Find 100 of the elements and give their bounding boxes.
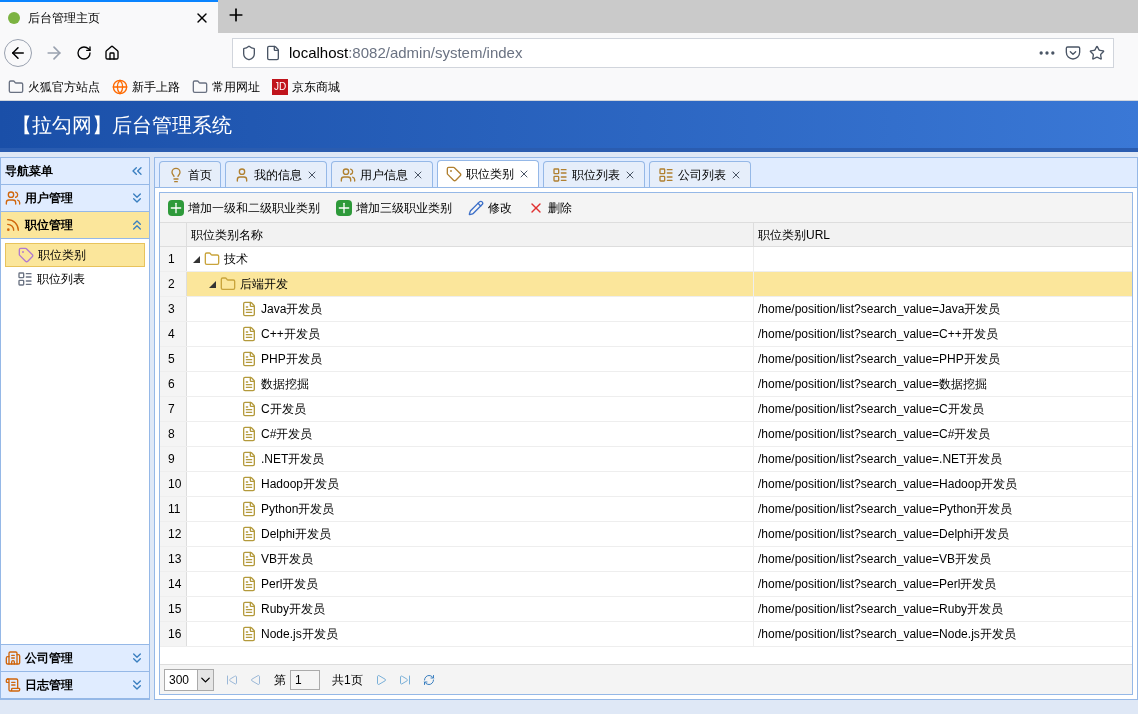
table-row[interactable]: 9 .NET开发员 /home/position/list?search_value=.NET开发员 (160, 447, 1132, 472)
file-icon (241, 576, 257, 592)
table-row[interactable]: 14 Perl开发员 /home/position/list?search_value=Perl开发员 (160, 572, 1132, 597)
category-name: C#开发员 (261, 426, 313, 443)
table-row[interactable]: 15 Ruby开发员 /home/position/list?search_value=Ruby开发员 (160, 597, 1132, 622)
table-row[interactable]: 1 技术 (160, 247, 1132, 272)
category-name: .NET开发员 (261, 451, 325, 468)
globe-icon (112, 78, 128, 95)
bookmark-link[interactable]: 常用网址 (192, 77, 260, 96)
tag-icon (18, 247, 34, 263)
toolbar-button[interactable]: 增加一级和二级职业类别 (168, 198, 320, 217)
accordion-header[interactable]: 公司管理 (1, 645, 149, 672)
accordion-header[interactable]: 日志管理 (1, 672, 149, 699)
page-tab[interactable]: 首页 (159, 161, 221, 187)
home-icon[interactable] (104, 45, 120, 61)
folder-icon (8, 78, 24, 95)
page-tab[interactable]: 公司列表 (649, 161, 751, 187)
bookmark-link[interactable]: 火狐官方站点 (8, 77, 100, 96)
expanded-icon[interactable] (193, 255, 200, 263)
tab-icon (658, 166, 674, 183)
table-row[interactable]: 4 C++开发员 /home/position/list?search_value=C++开发员 (160, 322, 1132, 347)
category-url: /home/position/list?search_value=Delphi开发员 (758, 526, 1010, 543)
menu-item[interactable]: 职位类别 (5, 243, 145, 267)
file-icon (241, 526, 257, 542)
category-name: Python开发员 (261, 501, 335, 518)
file-icon (241, 501, 257, 517)
file-icon (241, 426, 257, 442)
category-url: /home/position/list?search_value=PHP开发员 (758, 351, 1000, 368)
table-row[interactable]: 3 Java开发员 /home/position/list?search_value=Java开发员 (160, 297, 1132, 322)
toolbar-button[interactable]: 增加三级职业类别 (336, 198, 452, 217)
page-prefix: 第 (274, 671, 286, 689)
category-url: /home/position/list?search_value=数据挖掘 (758, 376, 988, 393)
section-title: 日志管理 (25, 677, 74, 694)
category-url: /home/position/list?search_value=Java开发员 (758, 301, 1001, 318)
category-url: /home/position/list?search_value=Perl开发员 (758, 576, 997, 593)
category-url: /home/position/list?search_value=C++开发员 (758, 326, 998, 343)
address-bar[interactable]: localhost:8082/admin/system/index (232, 38, 1114, 68)
file-icon (241, 551, 257, 567)
row-number: 8 (160, 422, 187, 446)
url-text: localhost:8082/admin/system/index (289, 42, 524, 63)
toolbar-button[interactable]: 修改 (468, 198, 512, 217)
section-icon (5, 217, 21, 233)
category-url: /home/position/list?search_value=Hadoop开发员 (758, 476, 1018, 493)
pocket-icon[interactable] (1065, 45, 1081, 61)
category-url: /home/position/list?search_value=C开发员 (758, 401, 984, 418)
expanded-icon[interactable] (209, 280, 216, 288)
page-input[interactable]: 1 (290, 669, 320, 690)
page-icon (265, 45, 281, 61)
page-tab[interactable]: 我的信息 (225, 161, 327, 187)
table-row[interactable]: 16 Node.js开发员 /home/position/list?search_value=Node.js开发员 (160, 622, 1132, 647)
bookmark-link[interactable]: JD 京东商城 (272, 77, 341, 96)
star-icon[interactable] (1089, 45, 1105, 61)
table-row[interactable]: 11 Python开发员 /home/position/list?search_value=Python开发员 (160, 497, 1132, 522)
tab-icon (552, 166, 568, 183)
folder-icon (192, 78, 208, 95)
table-row[interactable]: 6 数据挖掘 /home/position/list?search_value=数据挖掘 (160, 372, 1132, 397)
dropdown-icon (197, 669, 213, 690)
section-title: 公司管理 (25, 650, 74, 667)
table-row[interactable]: 2 后端开发 (160, 272, 1132, 297)
category-name: Ruby开发员 (261, 601, 325, 618)
table-row[interactable]: 10 Hadoop开发员 /home/position/list?search_value=Hadoop开发员 (160, 472, 1132, 497)
page-tab[interactable]: 用户信息 (331, 161, 433, 187)
reload-icon[interactable] (76, 45, 92, 61)
file-icon (241, 451, 257, 467)
bookmark-link[interactable]: 新手上路 (112, 77, 180, 96)
tab-icon (234, 166, 250, 183)
tab-icon (340, 166, 356, 183)
browser-tab[interactable]: 后台管理主页 (0, 0, 218, 33)
category-name: Delphi开发员 (261, 526, 332, 543)
row-number: 2 (160, 272, 187, 296)
app-title: 【拉勾网】后台管理系统 (12, 112, 232, 138)
column-header[interactable]: 职位类别URL (754, 223, 1132, 246)
category-url: /home/position/list?search_value=Ruby开发员 (758, 601, 1004, 618)
close-icon[interactable] (518, 168, 530, 180)
file-icon (241, 376, 257, 392)
row-number: 5 (160, 347, 187, 371)
column-header[interactable]: 职位类别名称 (187, 223, 754, 246)
menu-item-label: 职位列表 (37, 271, 85, 288)
tab-icon (168, 166, 184, 183)
accordion-header[interactable]: 用户管理 (1, 185, 149, 212)
category-name: PHP开发员 (261, 351, 322, 368)
refresh-icon[interactable] (422, 673, 435, 686)
table-row[interactable]: 7 C开发员 /home/position/list?search_value=C开发员 (160, 397, 1132, 422)
toolbar-button[interactable]: 删除 (528, 198, 572, 217)
accordion-header[interactable]: 职位管理 (1, 212, 149, 239)
table-row[interactable]: 8 C#开发员 /home/position/list?search_value=C#开发员 (160, 422, 1132, 447)
table-row[interactable]: 5 PHP开发员 /home/position/list?search_value=PHP开发员 (160, 347, 1132, 372)
page-tab[interactable]: 职位类别 (437, 160, 539, 187)
table-row[interactable]: 13 VB开发员 /home/position/list?search_value=VB开发员 (160, 547, 1132, 572)
row-number: 7 (160, 397, 187, 421)
file-icon (241, 326, 257, 342)
page-size-select[interactable]: 300 (164, 668, 214, 691)
category-name: VB开发员 (261, 551, 313, 568)
file-icon (241, 301, 257, 317)
page-tab[interactable]: 职位列表 (543, 161, 645, 187)
table-row[interactable]: 12 Delphi开发员 /home/position/list?search_value=Delphi开发员 (160, 522, 1132, 547)
tab-icon (446, 166, 462, 182)
row-number: 11 (160, 497, 187, 521)
category-name: Java开发员 (261, 301, 323, 318)
menu-item[interactable]: 职位列表 (5, 267, 145, 291)
